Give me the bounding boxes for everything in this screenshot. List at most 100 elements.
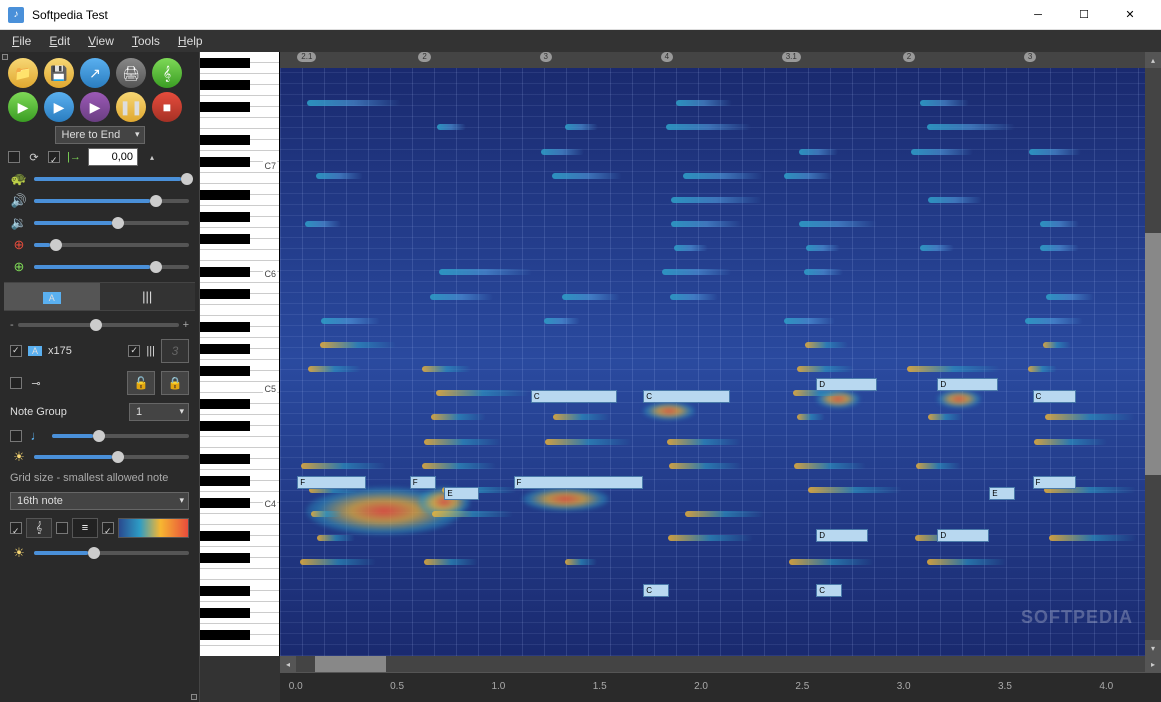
vertical-scrollbar[interactable]: ▴ ▾ xyxy=(1145,52,1161,656)
maximize-button[interactable]: ☐ xyxy=(1061,0,1107,30)
zoom-plus[interactable]: + xyxy=(183,319,189,331)
zoom-slider[interactable] xyxy=(18,323,179,327)
menu-tools[interactable]: Tools xyxy=(124,32,168,50)
piano-key[interactable] xyxy=(200,514,279,525)
return-start-icon[interactable]: |→ xyxy=(66,149,82,165)
lock-button[interactable]: 🔒 xyxy=(161,371,189,395)
note-box[interactable]: D xyxy=(816,378,877,391)
note-box[interactable]: C xyxy=(643,390,730,403)
view2-check[interactable] xyxy=(56,522,68,534)
play-loop-button[interactable]: ▶ xyxy=(80,92,110,122)
piano-key[interactable] xyxy=(200,591,279,602)
note-box[interactable]: F xyxy=(514,476,644,489)
key-check[interactable] xyxy=(10,377,22,389)
note-len-check[interactable] xyxy=(10,430,22,442)
piano-key[interactable] xyxy=(200,85,279,96)
position-input[interactable] xyxy=(88,148,138,166)
view-spectrogram[interactable] xyxy=(118,518,189,538)
piano-key[interactable] xyxy=(200,635,279,646)
menu-edit[interactable]: Edit xyxy=(41,32,78,50)
vscroll-thumb[interactable] xyxy=(1145,233,1161,475)
piano-key[interactable] xyxy=(200,294,279,305)
tab-notes[interactable]: A xyxy=(4,283,100,310)
piano-key[interactable] xyxy=(200,613,279,624)
export-button[interactable]: ↗ xyxy=(80,58,110,88)
unlock-button[interactable]: 🔓 xyxy=(127,371,155,395)
piano-key[interactable] xyxy=(200,250,279,261)
note-box[interactable]: C xyxy=(1033,390,1076,403)
volume-slider[interactable] xyxy=(34,199,189,203)
play-selection-button[interactable]: ▶ xyxy=(44,92,74,122)
grid-size-dropdown[interactable]: 16th note xyxy=(10,492,189,510)
piano-key[interactable] xyxy=(200,217,279,228)
piano-key[interactable] xyxy=(200,239,279,250)
menu-file[interactable]: File xyxy=(4,32,39,50)
piano-key[interactable] xyxy=(200,536,279,547)
piano-key[interactable] xyxy=(200,327,279,338)
note-box[interactable]: F xyxy=(1033,476,1076,489)
note-box[interactable]: F xyxy=(410,476,436,489)
return-check[interactable] xyxy=(48,151,60,163)
piano-key[interactable] xyxy=(200,195,279,206)
piano-key[interactable] xyxy=(200,371,279,382)
note-box[interactable]: C xyxy=(816,584,842,597)
spin-up-icon[interactable]: ▴ xyxy=(144,149,160,165)
piano-key[interactable] xyxy=(200,404,279,415)
score-button[interactable]: 𝄞 xyxy=(152,58,182,88)
close-button[interactable]: ✕ xyxy=(1107,0,1153,30)
play-all-button[interactable]: ▶ xyxy=(8,92,38,122)
pitch-up-slider[interactable] xyxy=(34,265,189,269)
piano-key[interactable] xyxy=(200,107,279,118)
piano-key[interactable] xyxy=(200,118,279,129)
note-len-slider[interactable] xyxy=(52,434,189,438)
note-box[interactable]: D xyxy=(937,529,989,542)
panel-handle-br[interactable] xyxy=(191,694,197,700)
menu-view[interactable]: View xyxy=(80,32,122,50)
piano-key[interactable] xyxy=(200,569,279,580)
loop-check[interactable] xyxy=(8,151,20,163)
display-brightness-slider[interactable] xyxy=(34,551,189,555)
panel-handle-tl[interactable] xyxy=(2,54,8,60)
zoom-minus[interactable]: - xyxy=(10,319,14,331)
piano-keyboard[interactable]: C7C6C5C4 xyxy=(200,52,280,656)
piano-key[interactable] xyxy=(200,173,279,184)
note-box[interactable]: C xyxy=(643,584,669,597)
piano-key[interactable] xyxy=(200,426,279,437)
brightness-slider[interactable] xyxy=(34,455,189,459)
piano-key[interactable] xyxy=(200,140,279,151)
speed-slider[interactable] xyxy=(34,177,189,181)
hscroll-thumb[interactable] xyxy=(315,656,385,672)
note-box[interactable]: D xyxy=(816,529,868,542)
loop-icon[interactable]: ⟳ xyxy=(26,149,42,165)
view-lines[interactable]: ≡ xyxy=(72,518,98,538)
note-box[interactable]: C xyxy=(531,390,618,403)
tab-bars[interactable]: ||| xyxy=(100,283,196,310)
piano-key[interactable] xyxy=(200,63,279,74)
triplet-button[interactable]: 3 xyxy=(161,339,189,363)
spectrogram-view[interactable]: 2.12343.123 FFEFCCCDDCDDECF SOFTPEDIA xyxy=(280,52,1145,656)
piano-key[interactable] xyxy=(200,349,279,360)
save-button[interactable]: 💾 xyxy=(44,58,74,88)
scroll-right-button[interactable]: ▸ xyxy=(1145,656,1161,672)
scroll-up-button[interactable]: ▴ xyxy=(1145,52,1161,68)
view1-check[interactable] xyxy=(10,522,22,534)
minimize-button[interactable]: ─ xyxy=(1015,0,1061,30)
view3-check[interactable] xyxy=(102,522,114,534)
piano-key[interactable] xyxy=(200,305,279,316)
note-box[interactable]: D xyxy=(937,378,998,391)
note-group-dropdown[interactable]: 1 xyxy=(129,403,189,421)
scroll-left-button[interactable]: ◂ xyxy=(280,656,296,672)
view-staff[interactable]: 𝄞 xyxy=(26,518,52,538)
pause-button[interactable]: ❚❚ xyxy=(116,92,146,122)
menu-help[interactable]: Help xyxy=(170,32,211,50)
bars-check[interactable] xyxy=(128,345,140,357)
piano-key[interactable] xyxy=(200,558,279,569)
pitch-down-slider[interactable] xyxy=(34,243,189,247)
open-button[interactable]: 📁 xyxy=(8,58,38,88)
zoom-lock-check[interactable] xyxy=(10,345,22,357)
scroll-down-button[interactable]: ▾ xyxy=(1145,640,1161,656)
piano-key[interactable] xyxy=(200,459,279,470)
stop-button[interactable]: ■ xyxy=(152,92,182,122)
master-slider[interactable] xyxy=(34,221,189,225)
note-box[interactable]: E xyxy=(989,487,1015,500)
